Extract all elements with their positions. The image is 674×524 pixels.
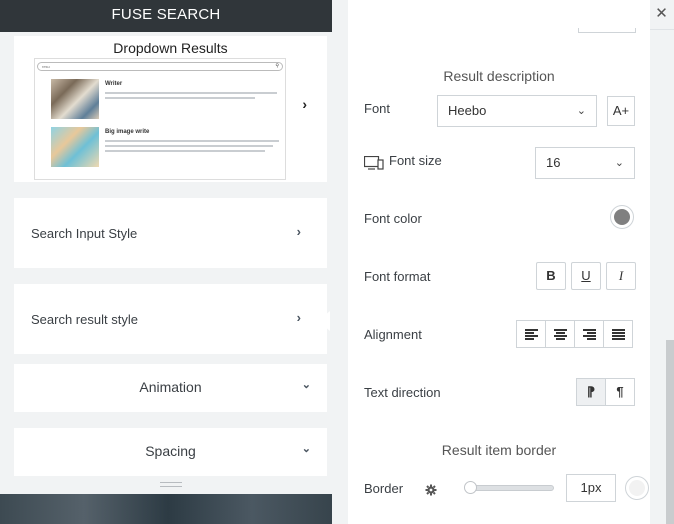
- scrollbar-thumb[interactable]: [666, 340, 674, 524]
- preview-search-input: resu ⚲: [37, 62, 283, 71]
- underline-button[interactable]: U: [571, 262, 601, 290]
- preview-result-image: [51, 79, 99, 119]
- align-center-icon: [554, 329, 567, 340]
- gear-icon[interactable]: [425, 483, 437, 496]
- previous-control-edge: [578, 28, 636, 33]
- active-pointer: [318, 311, 330, 331]
- alignment-group: [516, 320, 633, 348]
- font-size-label: Font size: [389, 153, 442, 168]
- resize-handle[interactable]: [160, 482, 182, 487]
- alignment-label: Alignment: [364, 327, 422, 342]
- left-panel: FUSE SEARCH Dropdown Results resu ⚲ Writ…: [0, 0, 332, 494]
- border-slider-handle[interactable]: [464, 481, 477, 494]
- devices-icon: [363, 155, 384, 170]
- preview-thumbnail: resu ⚲ Writer Big image write: [34, 58, 286, 180]
- chevron-down-icon: ⌄: [301, 379, 311, 391]
- section-title: Result description: [443, 68, 555, 84]
- chevron-right-icon: ›: [296, 224, 301, 239]
- chevron-down-icon: ⌄: [301, 443, 311, 455]
- app-title: FUSE SEARCH: [0, 0, 332, 32]
- border-label: Border: [364, 481, 404, 496]
- border-color-swatch[interactable]: [625, 476, 649, 500]
- font-format-group: B U I: [536, 262, 641, 290]
- preview-result-image: [51, 127, 99, 167]
- align-center-button[interactable]: [545, 320, 575, 348]
- nav-label: Animation: [139, 379, 202, 395]
- preview-title: Dropdown Results: [113, 40, 228, 56]
- border-color-dot: [629, 480, 645, 496]
- nav-animation[interactable]: Animation ⌄: [14, 364, 327, 412]
- preview-result-title: Big image write: [105, 129, 150, 135]
- nav-label: Search Input Style: [31, 226, 138, 241]
- font-label: Font: [364, 101, 391, 116]
- preview-result-title: Writer: [105, 81, 123, 87]
- align-right-icon: [583, 329, 596, 340]
- close-button[interactable]: ✕: [648, 0, 674, 30]
- ltr-button[interactable]: ⁋: [576, 378, 606, 406]
- nav-label: Spacing: [145, 443, 196, 459]
- chevron-down-icon: ⌄: [576, 105, 586, 117]
- align-right-button[interactable]: [574, 320, 604, 348]
- align-justify-icon: [612, 329, 625, 340]
- font-color-dot: [614, 209, 630, 225]
- bold-button[interactable]: B: [536, 262, 566, 290]
- dropdown-results-preview[interactable]: Dropdown Results resu ⚲ Writer Big image…: [14, 36, 327, 182]
- nav-spacing[interactable]: Spacing ⌄: [14, 428, 327, 476]
- settings-panel: ✕ Result description Font Heebo ⌄ A+ Fon…: [332, 0, 674, 524]
- add-font-button[interactable]: A+: [607, 96, 635, 126]
- font-format-label: Font format: [364, 269, 431, 284]
- preview-result-item: Big image write: [51, 127, 283, 167]
- italic-button[interactable]: I: [606, 262, 636, 290]
- font-size-select[interactable]: 16 ⌄: [535, 147, 635, 179]
- font-color-label: Font color: [364, 211, 422, 226]
- border-width-input[interactable]: 1px: [566, 474, 616, 502]
- preview-search-icon: ⚲: [275, 63, 279, 69]
- chevron-right-icon[interactable]: ›: [302, 96, 307, 112]
- chevron-right-icon: ›: [296, 310, 301, 325]
- background-page: [0, 494, 336, 524]
- preview-search-value: resu: [42, 64, 50, 69]
- chevron-down-icon: ⌄: [614, 157, 624, 169]
- font-select-value: Heebo: [448, 103, 487, 118]
- font-size-value: 16: [546, 155, 561, 170]
- border-slider-track[interactable]: [468, 485, 554, 491]
- nav-search-result-style[interactable]: Search result style ›: [14, 284, 327, 354]
- nav-label: Search result style: [31, 312, 138, 327]
- rtl-button[interactable]: ¶: [605, 378, 635, 406]
- font-color-swatch[interactable]: [610, 205, 634, 229]
- align-left-icon: [525, 329, 538, 340]
- font-select[interactable]: Heebo ⌄: [437, 95, 597, 127]
- align-justify-button[interactable]: [603, 320, 633, 348]
- text-direction-label: Text direction: [364, 385, 441, 400]
- preview-result-item: Writer: [51, 79, 283, 119]
- nav-search-input-style[interactable]: Search Input Style ›: [14, 198, 327, 268]
- text-direction-group: ⁋ ¶: [576, 378, 635, 406]
- section-title: Result item border: [441, 442, 557, 458]
- align-left-button[interactable]: [516, 320, 546, 348]
- settings-card: Result description Font Heebo ⌄ A+ Font …: [348, 0, 650, 524]
